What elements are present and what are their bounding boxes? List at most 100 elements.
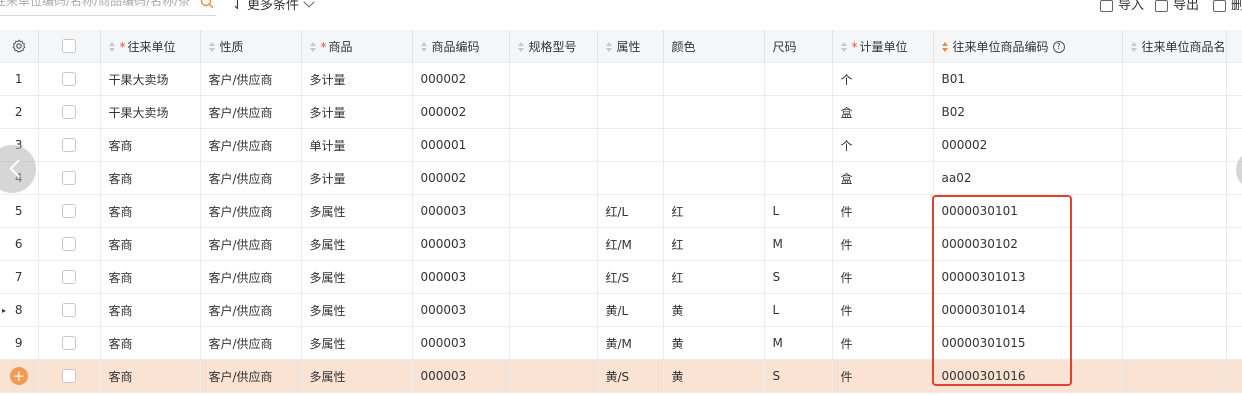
- checkbox[interactable]: [62, 39, 76, 54]
- cell-nature[interactable]: 客户/供应商: [200, 161, 302, 195]
- cell-attr[interactable]: 红/S: [597, 260, 664, 294]
- cell-color[interactable]: [663, 128, 765, 162]
- cell-size[interactable]: L: [764, 194, 833, 228]
- cell-pcode[interactable]: 000002: [933, 128, 1123, 162]
- table-row[interactable]: 4客商客户/供应商多计量000002盒aa02: [0, 161, 1242, 195]
- cell-code[interactable]: 000003: [412, 194, 510, 228]
- table-row[interactable]: 1 干果大卖场 客户/供应商 多计量 000002 个 B01: [0, 62, 1242, 96]
- column-header-partner-code[interactable]: 往来单位商品编码?: [933, 30, 1123, 63]
- cell-size[interactable]: M: [764, 326, 833, 360]
- cell-size[interactable]: M: [764, 227, 833, 261]
- row-checkbox-cell[interactable]: [38, 227, 101, 261]
- column-settings[interactable]: [0, 30, 39, 63]
- cell-code[interactable]: 000002: [412, 62, 510, 96]
- cell-size[interactable]: [764, 62, 833, 96]
- cell-pcode[interactable]: aa02: [933, 161, 1123, 195]
- cell-partner[interactable]: 客商: [100, 260, 201, 294]
- cell-color[interactable]: 黄: [663, 293, 765, 327]
- cell-code[interactable]: 000003: [412, 359, 510, 393]
- cell-unit[interactable]: 盒: [832, 95, 934, 129]
- column-header-partner-name[interactable]: 往来单位商品名: [1122, 30, 1242, 63]
- gear-icon[interactable]: [12, 39, 26, 53]
- cell-code[interactable]: 000002: [412, 95, 510, 129]
- cell-unit[interactable]: 件: [832, 227, 934, 261]
- cell-unit[interactable]: 件: [832, 194, 934, 228]
- cell-attr[interactable]: 黄/M: [597, 326, 664, 360]
- table-row[interactable]: 2 干果大卖场 客户/供应商 多计量 000002 盒 B02: [0, 95, 1242, 129]
- import-button[interactable]: 导入: [1100, 0, 1144, 13]
- cell-code[interactable]: 000003: [412, 293, 510, 327]
- cell-nature[interactable]: 客户/供应商: [200, 62, 302, 96]
- sort-icon[interactable]: [941, 42, 949, 52]
- column-header-color[interactable]: 颜色: [663, 30, 765, 63]
- cell-pname[interactable]: [1122, 227, 1242, 261]
- sort-icon[interactable]: [840, 42, 848, 52]
- help-icon[interactable]: ?: [1052, 41, 1065, 53]
- cell-pname[interactable]: [1122, 260, 1242, 294]
- cell-nature[interactable]: 客户/供应商: [200, 359, 302, 393]
- sort-icon[interactable]: [309, 42, 317, 52]
- cell-spec[interactable]: [509, 326, 598, 360]
- cell-unit[interactable]: 件: [832, 359, 934, 393]
- cell-unit[interactable]: 件: [832, 326, 934, 360]
- cell-partner[interactable]: 客商: [100, 227, 201, 261]
- row-checkbox[interactable]: [62, 171, 76, 186]
- cell-size[interactable]: [764, 128, 833, 162]
- cell-pname[interactable]: [1122, 128, 1242, 162]
- cell-attr[interactable]: 红/M: [597, 227, 664, 261]
- cell-code[interactable]: 000003: [412, 260, 510, 294]
- cell-spec[interactable]: [509, 293, 598, 327]
- cell-nature[interactable]: 客户/供应商: [200, 227, 302, 261]
- row-checkbox[interactable]: [62, 237, 76, 252]
- cell-pcode[interactable]: 0000030102: [933, 227, 1123, 261]
- cell-product[interactable]: 多属性: [301, 293, 413, 327]
- cell-pcode[interactable]: 0000030101: [933, 194, 1123, 228]
- cell-pname[interactable]: [1122, 161, 1242, 195]
- cell-pname[interactable]: [1122, 194, 1242, 228]
- cell-product[interactable]: 多属性: [301, 260, 413, 294]
- cell-product[interactable]: 单计量: [301, 128, 413, 162]
- cell-spec[interactable]: [509, 227, 598, 261]
- row-checkbox-cell[interactable]: [38, 359, 101, 393]
- cell-pcode[interactable]: 00000301016: [933, 359, 1123, 393]
- cell-size[interactable]: S: [764, 260, 833, 294]
- row-checkbox[interactable]: [62, 303, 76, 318]
- cell-code[interactable]: 000001: [412, 128, 510, 162]
- row-checkbox-cell[interactable]: [38, 194, 101, 228]
- row-checkbox[interactable]: [62, 369, 76, 384]
- cell-attr[interactable]: 黄/L: [597, 293, 664, 327]
- cell-spec[interactable]: [509, 161, 598, 195]
- cell-color[interactable]: 黄: [663, 359, 765, 393]
- cell-partner[interactable]: 客商: [100, 359, 201, 393]
- cell-partner[interactable]: 客商: [100, 161, 201, 195]
- cell-attr[interactable]: [597, 95, 664, 129]
- column-header-code[interactable]: 商品编码: [412, 30, 510, 63]
- search-icon[interactable]: [200, 0, 214, 9]
- cell-color[interactable]: 红: [663, 194, 765, 228]
- row-checkbox[interactable]: [62, 72, 76, 87]
- row-checkbox-cell[interactable]: [38, 95, 101, 129]
- cell-pcode[interactable]: 00000301014: [933, 293, 1123, 327]
- row-checkbox[interactable]: [62, 336, 76, 351]
- cell-product[interactable]: 多计量: [301, 62, 413, 96]
- cell-unit[interactable]: 盒: [832, 161, 934, 195]
- row-checkbox[interactable]: [62, 204, 76, 219]
- cell-pcode[interactable]: 00000301013: [933, 260, 1123, 294]
- cell-color[interactable]: [663, 62, 765, 96]
- cell-color[interactable]: 红: [663, 260, 765, 294]
- column-header-unit[interactable]: * 计量单位: [832, 30, 934, 63]
- column-header-product[interactable]: * 商品: [301, 30, 413, 63]
- delete-button[interactable]: 删: [1213, 0, 1242, 13]
- cell-spec[interactable]: [509, 62, 598, 96]
- cell-unit[interactable]: 个: [832, 128, 934, 162]
- select-all-checkbox[interactable]: [38, 30, 101, 63]
- cell-code[interactable]: 000003: [412, 227, 510, 261]
- cell-product[interactable]: 多属性: [301, 227, 413, 261]
- cell-pcode[interactable]: B02: [933, 95, 1123, 129]
- table-row[interactable]: 3客商客户/供应商单计量000001个000002: [0, 128, 1242, 162]
- cell-partner[interactable]: 客商: [100, 194, 201, 228]
- cell-nature[interactable]: 客户/供应商: [200, 95, 302, 129]
- cell-color[interactable]: [663, 161, 765, 195]
- sort-icon[interactable]: [1130, 42, 1138, 52]
- cell-nature[interactable]: 客户/供应商: [200, 260, 302, 294]
